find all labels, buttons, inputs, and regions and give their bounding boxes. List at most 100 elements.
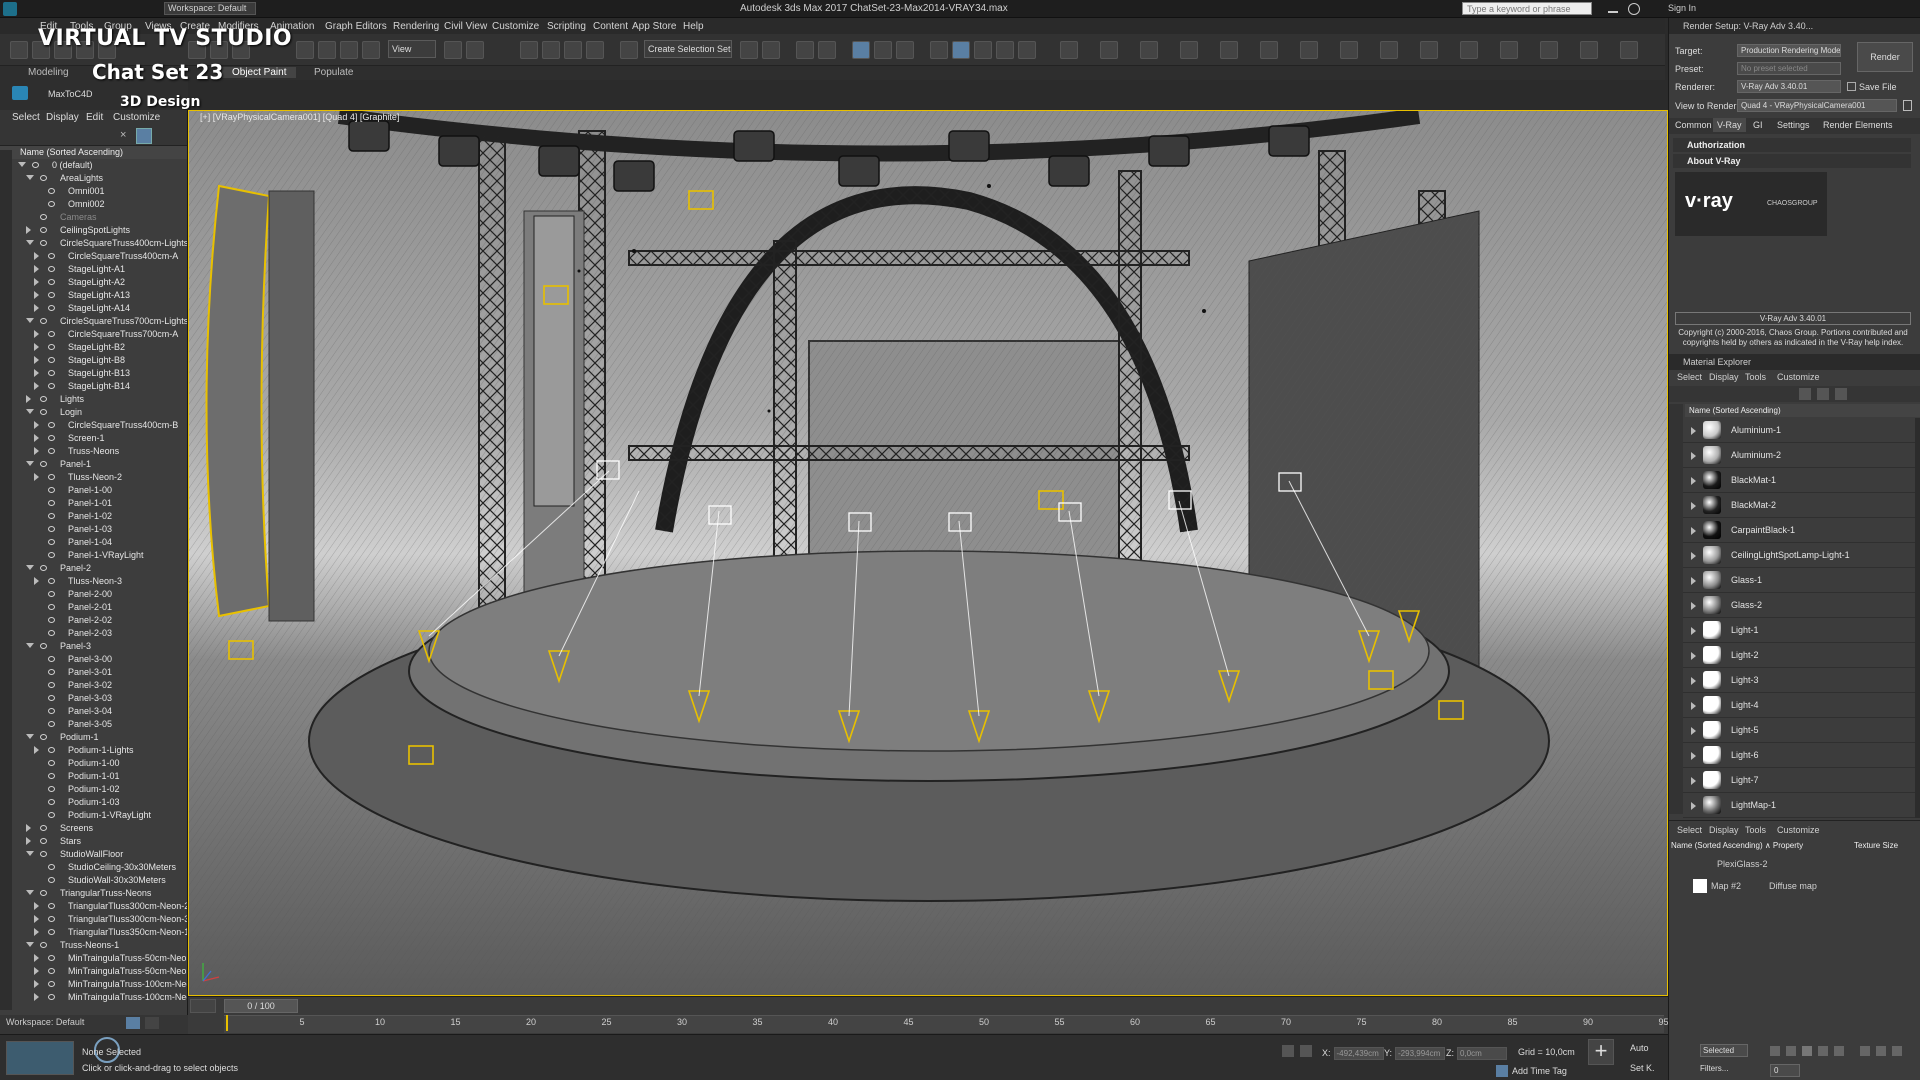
workspace-dropdown[interactable]: Workspace: Default — [164, 2, 256, 15]
visibility-eye-icon[interactable] — [48, 786, 55, 792]
vray-physical-camera-icon[interactable] — [1460, 41, 1478, 59]
expand-arrow-icon[interactable] — [1691, 552, 1696, 560]
scene-tree-row[interactable]: TriangularTluss300cm-Neon-2 — [0, 900, 187, 913]
expand-arrow-icon[interactable] — [1691, 752, 1696, 760]
layer-explorer-icon[interactable] — [796, 41, 814, 59]
expand-arrow-icon[interactable] — [1691, 677, 1696, 685]
vray-sphere-icon[interactable] — [1380, 41, 1398, 59]
set-key-button[interactable]: Set K. — [1630, 1063, 1655, 1073]
expand-arrow-icon[interactable] — [1691, 777, 1696, 785]
scene-tree-row[interactable]: StageLight-A14 — [0, 302, 187, 315]
rotate-icon[interactable] — [318, 41, 336, 59]
visibility-eye-icon[interactable] — [48, 682, 55, 688]
scene-tree-row[interactable]: 0 (default) — [0, 159, 187, 172]
scene-tree-row[interactable]: AreaLights — [0, 172, 187, 185]
preset-dropdown[interactable]: No preset selected — [1737, 62, 1841, 75]
plugin-icon[interactable] — [12, 86, 28, 100]
clear-filter-icon[interactable]: × — [120, 130, 130, 141]
expand-arrow-icon[interactable] — [34, 473, 39, 481]
expand-arrow-icon[interactable] — [1691, 627, 1696, 635]
expand-arrow-icon[interactable] — [34, 382, 39, 390]
scene-tree-row[interactable]: Panel-1-00 — [0, 484, 187, 497]
visibility-eye-icon[interactable] — [48, 383, 55, 389]
scene-tree-row[interactable]: CircleSquareTruss400cm-B — [0, 419, 187, 432]
vray-settings-icon[interactable] — [1620, 41, 1638, 59]
material-row[interactable]: Light-6 — [1683, 743, 1915, 768]
authorization-rollout[interactable]: Authorization — [1673, 138, 1911, 152]
material-row[interactable]: Light-4 — [1683, 693, 1915, 718]
collapse-arrow-icon[interactable] — [26, 851, 34, 856]
visibility-eye-icon[interactable] — [48, 253, 55, 259]
scene-tree-row[interactable]: StageLight-B2 — [0, 341, 187, 354]
scene-tree-row[interactable]: Omni002 — [0, 198, 187, 211]
scene-tree-row[interactable]: Podium-1-01 — [0, 770, 187, 783]
layer-sort-icon[interactable] — [126, 1017, 140, 1029]
scene-tree-row[interactable]: Podium-1-02 — [0, 783, 187, 796]
menu-civil-view[interactable]: Civil View — [444, 21, 487, 32]
material-row[interactable]: Glass-2 — [1683, 593, 1915, 618]
orbit-icon[interactable] — [1892, 1046, 1902, 1056]
expand-arrow-icon[interactable] — [34, 330, 39, 338]
me-lower-menu-tools[interactable]: Tools — [1745, 825, 1766, 835]
se-menu-display[interactable]: Display — [46, 112, 79, 123]
scene-tree-row[interactable]: CircleSquareTruss700cm-Lights — [0, 315, 187, 328]
me-lower-header-right[interactable]: Texture Size — [1854, 841, 1898, 850]
visibility-eye-icon[interactable] — [48, 708, 55, 714]
scene-tree-row[interactable]: Tluss-Neon-3 — [0, 575, 187, 588]
tab-modeling[interactable]: Modeling — [18, 67, 79, 78]
me-lower-menu-select[interactable]: Select — [1677, 825, 1702, 835]
zoom-icon[interactable] — [1860, 1046, 1870, 1056]
scene-tree-row[interactable]: Panel-1 — [0, 458, 187, 471]
scene-tree-row[interactable]: Panel-3-04 — [0, 705, 187, 718]
material-row[interactable]: Light-5 — [1683, 718, 1915, 743]
visibility-eye-icon[interactable] — [48, 617, 55, 623]
lock-view-icon[interactable] — [1903, 100, 1912, 111]
tab-object-paint[interactable]: Object Paint — [222, 67, 297, 78]
visibility-eye-icon[interactable] — [48, 435, 55, 441]
scene-tree-row[interactable]: Panel-3-02 — [0, 679, 187, 692]
named-selection-set-dropdown[interactable]: Create Selection Set — [644, 40, 732, 58]
reference-coord-dropdown[interactable]: View — [388, 40, 436, 58]
visibility-eye-icon[interactable] — [48, 331, 55, 337]
visibility-eye-icon[interactable] — [48, 526, 55, 532]
scene-explorer-header[interactable]: Name (Sorted Ascending) — [0, 146, 187, 159]
snaps-toggle-icon[interactable] — [520, 41, 538, 59]
expand-arrow-icon[interactable] — [34, 434, 39, 442]
expand-arrow-icon[interactable] — [1691, 427, 1696, 435]
scene-tree-row[interactable]: StageLight-A13 — [0, 289, 187, 302]
visibility-eye-icon[interactable] — [48, 370, 55, 376]
scene-tree-row[interactable]: Panel-1-02 — [0, 510, 187, 523]
visibility-eye-icon[interactable] — [48, 968, 55, 974]
visibility-eye-icon[interactable] — [48, 656, 55, 662]
me-menu-display[interactable]: Display — [1709, 372, 1739, 382]
collapse-arrow-icon[interactable] — [26, 890, 34, 895]
me-layout-icon[interactable] — [1817, 388, 1829, 400]
collapse-arrow-icon[interactable] — [26, 240, 34, 245]
target-dropdown[interactable]: Production Rendering Mode — [1737, 44, 1841, 57]
scene-tree-row[interactable]: StudioWall-30x30Meters — [0, 874, 187, 887]
vray-plane-icon[interactable] — [1340, 41, 1358, 59]
menu-help[interactable]: Help — [683, 21, 704, 32]
scene-tree-row[interactable]: Panel-2-00 — [0, 588, 187, 601]
scene-tree-row[interactable]: Panel-2 — [0, 562, 187, 575]
scene-tree-row[interactable]: StageLight-B8 — [0, 354, 187, 367]
app-logo-icon[interactable] — [3, 2, 17, 16]
expand-arrow-icon[interactable] — [34, 954, 39, 962]
visibility-eye-icon[interactable] — [48, 695, 55, 701]
visibility-eye-icon[interactable] — [48, 266, 55, 272]
visibility-eye-icon[interactable] — [48, 604, 55, 610]
expand-arrow-icon[interactable] — [34, 993, 39, 1001]
scene-tree-row[interactable]: Panel-1-01 — [0, 497, 187, 510]
expand-arrow-icon[interactable] — [34, 967, 39, 975]
visibility-eye-icon[interactable] — [40, 240, 47, 246]
time-configuration-icon[interactable] — [190, 999, 216, 1013]
collapse-arrow-icon[interactable] — [26, 461, 34, 466]
scene-tree-row[interactable]: Podium-1-00 — [0, 757, 187, 770]
scene-tree-row[interactable]: CircleSquareTruss700cm-A — [0, 328, 187, 341]
material-row[interactable]: CeilingLightSpotLamp-Light-1 — [1683, 543, 1915, 568]
visibility-eye-icon[interactable] — [48, 552, 55, 558]
visibility-eye-icon[interactable] — [48, 981, 55, 987]
scene-tree-row[interactable]: Truss-Neons — [0, 445, 187, 458]
maxtoc4d-button[interactable]: MaxToC4D — [48, 89, 93, 99]
viewport-camera[interactable] — [188, 110, 1668, 996]
